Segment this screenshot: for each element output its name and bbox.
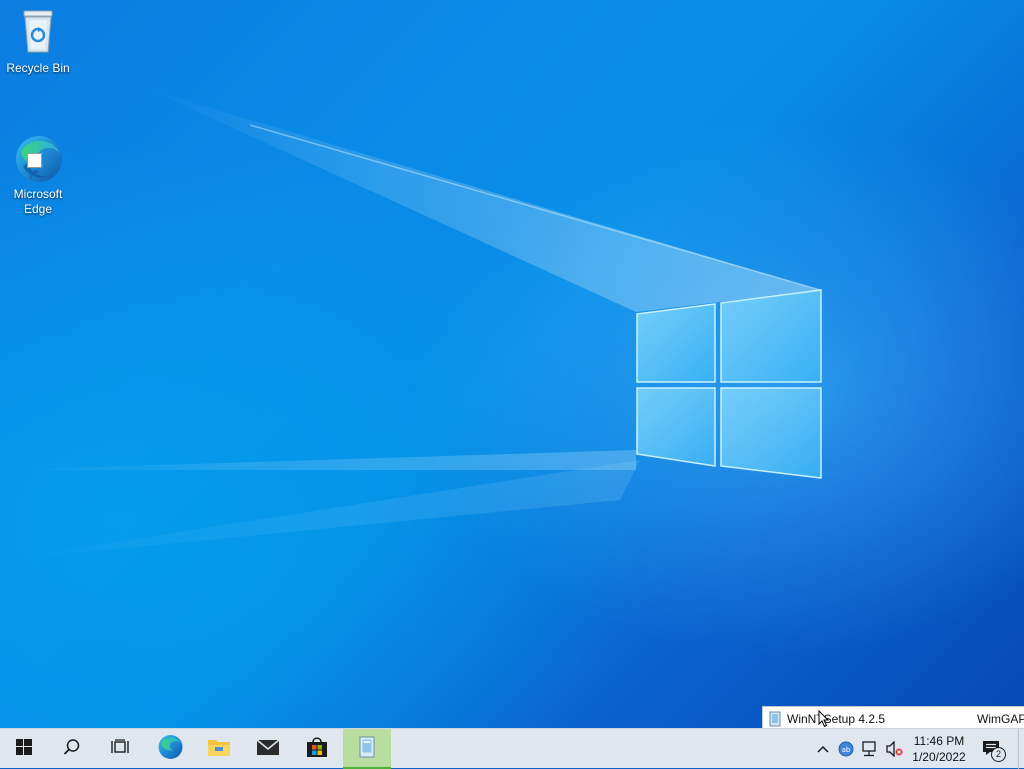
notification-icon: 2 (982, 739, 1006, 762)
search-icon (63, 738, 81, 761)
wallpaper-light-beams (0, 90, 821, 560)
clock-time: 11:46 PM (913, 734, 965, 748)
taskbar: ab 11:46 PM 1/20/2022 2 (0, 728, 1024, 769)
network-adapter-icon[interactable]: ab (834, 741, 858, 757)
popup-item-winntsetup[interactable]: WinNTSetup 4.2.5 (787, 712, 885, 726)
show-desktop-button[interactable] (1018, 729, 1024, 769)
windows-wallpaper-logo (635, 288, 825, 480)
tray-app-list-popup: WinNTSetup 4.2.5 WimGAP (762, 706, 1024, 730)
shortcut-arrow-icon (27, 153, 42, 179)
taskbar-clock[interactable]: 11:46 PM 1/20/2022 (900, 729, 978, 769)
notification-count-badge: 2 (991, 747, 1006, 762)
taskbar-mail-button[interactable] (244, 729, 292, 769)
recycle-bin-icon (0, 8, 76, 58)
desktop-icon-recycle-bin[interactable]: Recycle Bin (0, 8, 76, 76)
taskbar-store-button[interactable] (293, 729, 341, 769)
windows-logo-icon (16, 738, 32, 760)
search-button[interactable] (48, 729, 96, 769)
taskbar-winntsetup-button[interactable] (343, 729, 391, 769)
chevron-up-icon[interactable] (812, 745, 834, 753)
desktop: Recycle Bin Microsoft Edge (0, 0, 1024, 728)
desktop-icon-microsoft-edge[interactable]: Microsoft Edge (0, 104, 76, 217)
folder-icon (207, 737, 231, 762)
network-icon[interactable] (858, 741, 882, 757)
taskbar-file-explorer-button[interactable] (195, 729, 243, 769)
clock-date: 1/20/2022 (912, 750, 966, 764)
action-center-button[interactable]: 2 (978, 729, 1008, 769)
svg-text:ab: ab (842, 746, 851, 754)
edge-icon (157, 734, 183, 765)
desktop-icon-label: Recycle Bin (6, 61, 70, 75)
task-view-button[interactable] (96, 729, 144, 769)
mail-icon (256, 738, 280, 761)
store-icon (306, 736, 328, 763)
edge-icon (13, 119, 63, 182)
popup-item-wimgap[interactable]: WimGAP (977, 712, 1024, 726)
task-view-icon (111, 738, 129, 760)
setup-app-icon (359, 736, 375, 763)
start-button[interactable] (0, 729, 48, 769)
taskbar-edge-button[interactable] (146, 729, 194, 769)
mouse-cursor (818, 709, 830, 733)
